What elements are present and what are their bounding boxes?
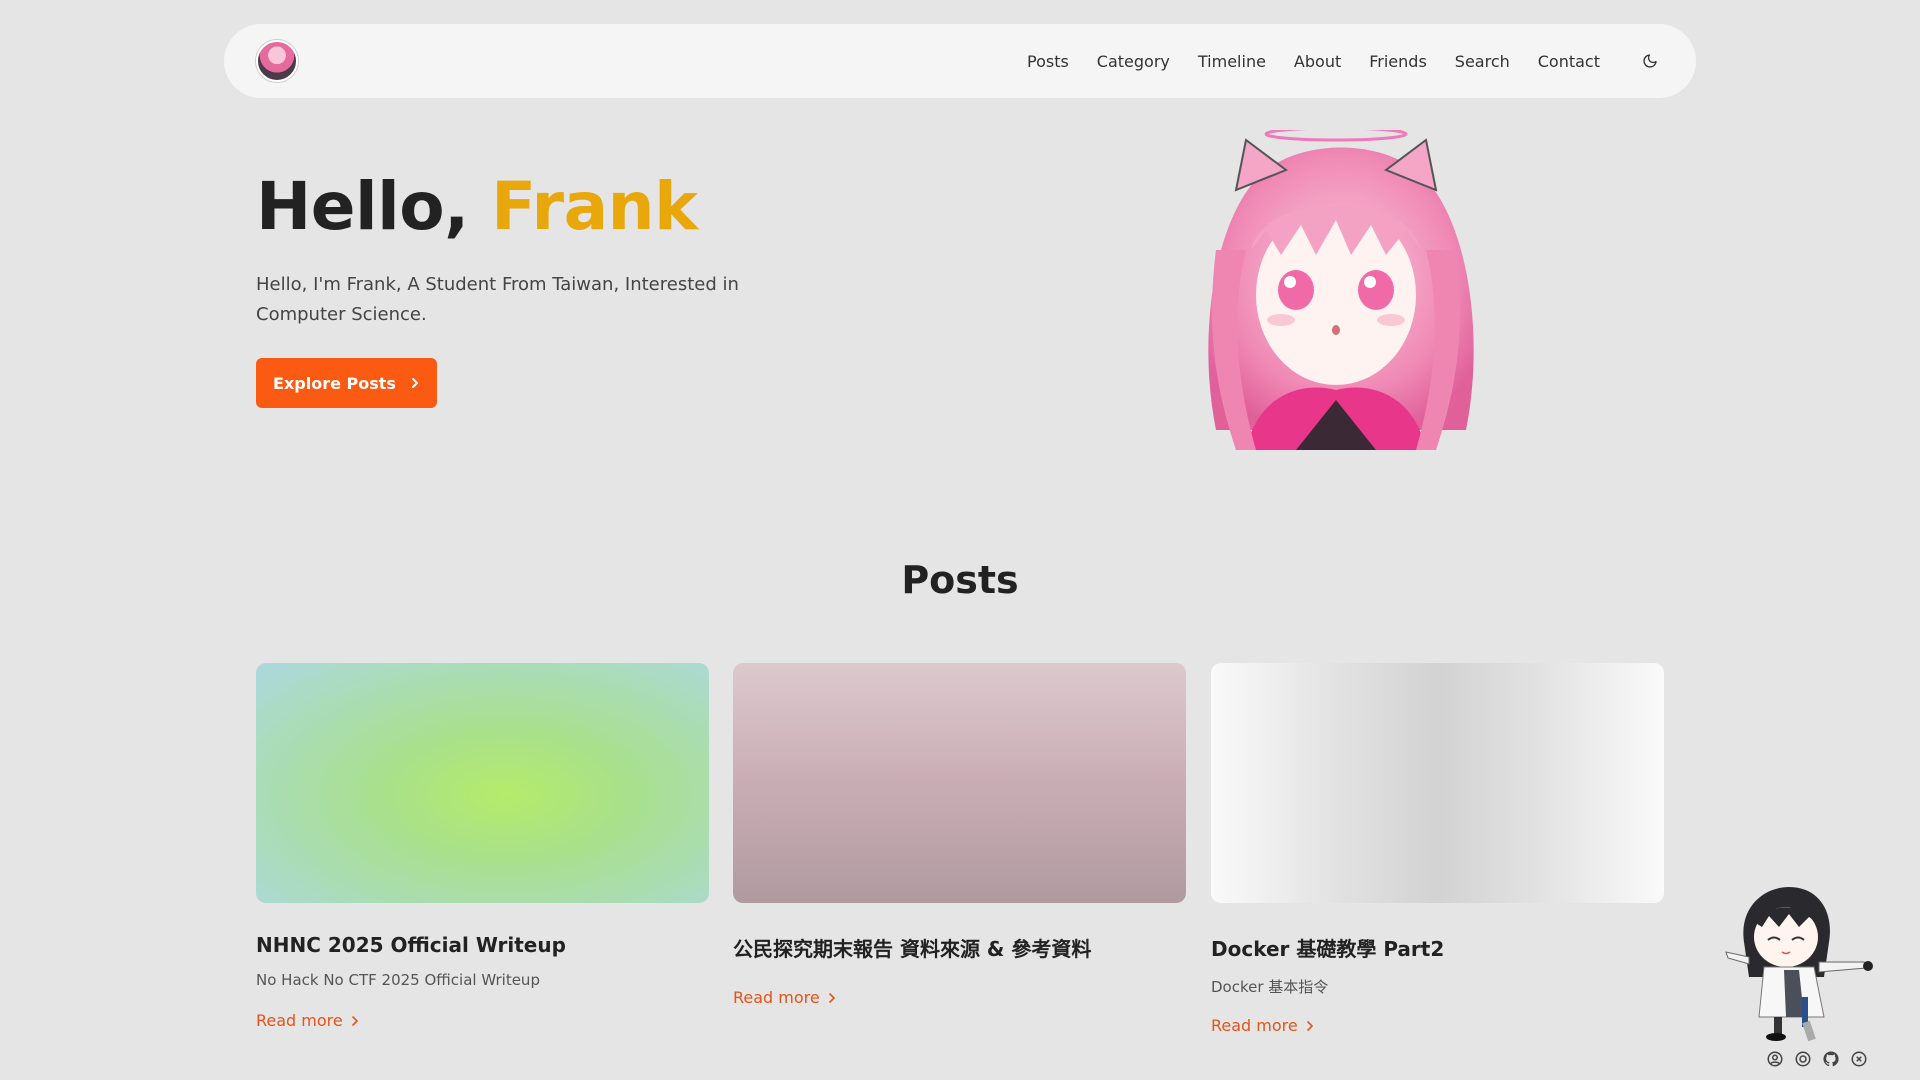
site-avatar[interactable] — [256, 40, 298, 82]
read-more-link[interactable]: Read more — [1211, 1016, 1314, 1035]
moon-icon — [1643, 54, 1657, 68]
post-thumbnail[interactable] — [256, 663, 709, 903]
mascot-character[interactable] — [1724, 882, 1874, 1042]
hero-greeting: Hello, — [256, 168, 469, 245]
explore-posts-button[interactable]: Explore Posts — [256, 358, 437, 408]
nav-link-posts[interactable]: Posts — [1013, 52, 1083, 71]
post-title[interactable]: Docker 基礎教學 Part2 — [1211, 933, 1664, 962]
nav-links: Posts Category Timeline About Friends Se… — [1013, 47, 1664, 75]
theme-toggle-button[interactable] — [1636, 47, 1664, 75]
nav-link-about[interactable]: About — [1280, 52, 1355, 71]
read-more-link[interactable]: Read more — [256, 1011, 359, 1030]
post-card[interactable]: Docker 基礎教學 Part2 Docker 基本指令 Read more — [1211, 663, 1664, 1035]
post-card[interactable]: NHNC 2025 Official Writeup No Hack No CT… — [256, 663, 709, 1030]
top-navbar: Posts Category Timeline About Friends Se… — [224, 24, 1696, 98]
post-title[interactable]: NHNC 2025 Official Writeup — [256, 933, 709, 957]
chevron-right-icon — [828, 992, 835, 1003]
posts-heading: Posts — [901, 558, 1019, 602]
read-more-label: Read more — [733, 988, 820, 1007]
post-subtitle: Docker 基本指令 — [1211, 978, 1329, 996]
nav-link-search[interactable]: Search — [1441, 52, 1524, 71]
close-icon[interactable] — [1850, 1050, 1868, 1068]
user-icon[interactable] — [1766, 1050, 1784, 1068]
nav-link-timeline[interactable]: Timeline — [1184, 52, 1280, 71]
settings-icon[interactable] — [1794, 1050, 1812, 1068]
post-subtitle: No Hack No CTF 2025 Official Writeup — [256, 971, 540, 989]
hero-title: Hello, Frank — [256, 168, 698, 245]
chevron-right-icon — [411, 378, 418, 388]
post-card[interactable]: 公民探究期末報告 資料來源 & 參考資料 Read more — [733, 663, 1186, 1007]
hero-name: Frank — [491, 168, 698, 245]
read-more-label: Read more — [1211, 1016, 1298, 1035]
read-more-link[interactable]: Read more — [733, 988, 836, 1007]
post-thumbnail[interactable] — [1211, 663, 1664, 903]
post-title[interactable]: 公民探究期末報告 資料來源 & 參考資料 — [733, 933, 1186, 962]
hero-illustration — [1176, 130, 1496, 450]
post-thumbnail[interactable] — [733, 663, 1186, 903]
chevron-right-icon — [1306, 1020, 1313, 1031]
nav-link-friends[interactable]: Friends — [1355, 52, 1441, 71]
hero-description: Hello, I'm Frank, A Student From Taiwan,… — [256, 274, 739, 325]
nav-link-contact[interactable]: Contact — [1524, 52, 1614, 71]
mascot-toolbar — [1766, 1050, 1868, 1068]
github-icon[interactable] — [1822, 1050, 1840, 1068]
explore-posts-label: Explore Posts — [273, 373, 396, 393]
nav-link-category[interactable]: Category — [1083, 52, 1184, 71]
read-more-label: Read more — [256, 1011, 343, 1030]
chevron-right-icon — [351, 1015, 358, 1026]
